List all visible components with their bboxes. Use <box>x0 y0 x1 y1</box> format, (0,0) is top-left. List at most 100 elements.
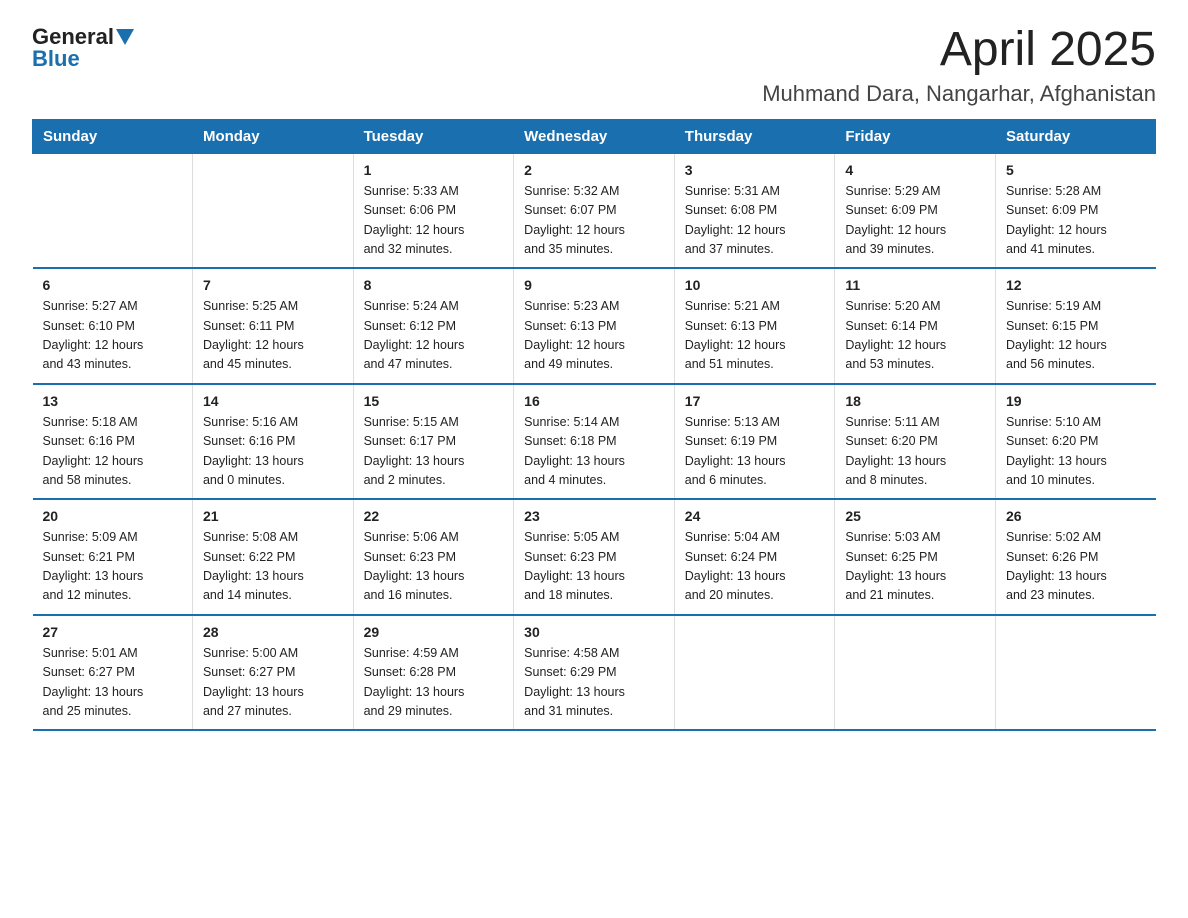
day-number: 3 <box>685 162 825 178</box>
day-info: Sunrise: 5:31 AMSunset: 6:08 PMDaylight:… <box>685 182 825 260</box>
day-number: 7 <box>203 277 343 293</box>
page-subtitle: Muhmand Dara, Nangarhar, Afghanistan <box>762 81 1156 107</box>
day-info: Sunrise: 5:08 AMSunset: 6:22 PMDaylight:… <box>203 528 343 606</box>
table-row: 27 Sunrise: 5:01 AMSunset: 6:27 PMDayligh… <box>33 615 193 731</box>
day-number: 11 <box>845 277 985 293</box>
table-row: 19Sunrise: 5:10 AMSunset: 6:20 PMDayligh… <box>996 384 1156 500</box>
table-row: 22 Sunrise: 5:06 AMSunset: 6:23 PMDayligh… <box>353 499 514 615</box>
day-number: 9 <box>524 277 664 293</box>
table-row <box>996 615 1156 731</box>
day-number: 29 <box>364 624 504 640</box>
table-row: 24 Sunrise: 5:04 AMSunset: 6:24 PMDayligh… <box>674 499 835 615</box>
table-row: 15 Sunrise: 5:15 AMSunset: 6:17 PMDayligh… <box>353 384 514 500</box>
table-row <box>835 615 996 731</box>
day-info: Sunrise: 5:15 AMSunset: 6:17 PMDaylight:… <box>364 413 504 491</box>
day-number: 5 <box>1006 162 1146 178</box>
col-tuesday: Tuesday <box>353 119 514 153</box>
day-number: 18 <box>845 393 985 409</box>
day-number: 13 <box>43 393 182 409</box>
day-info: Sunrise: 5:23 AMSunset: 6:13 PMDaylight:… <box>524 297 664 375</box>
day-info: Sunrise: 5:25 AMSunset: 6:11 PMDaylight:… <box>203 297 343 375</box>
day-info: Sunrise: 5:19 AMSunset: 6:15 PMDaylight:… <box>1006 297 1146 375</box>
table-row: 8 Sunrise: 5:24 AMSunset: 6:12 PMDaylight… <box>353 268 514 384</box>
day-number: 4 <box>845 162 985 178</box>
table-row <box>192 153 353 268</box>
day-info: Sunrise: 5:02 AMSunset: 6:26 PMDaylight:… <box>1006 528 1146 606</box>
day-info: Sunrise: 5:01 AMSunset: 6:27 PMDaylight:… <box>43 644 182 722</box>
col-friday: Friday <box>835 119 996 153</box>
table-row: 14 Sunrise: 5:16 AMSunset: 6:16 PMDayligh… <box>192 384 353 500</box>
day-number: 23 <box>524 508 664 524</box>
day-info: Sunrise: 5:10 AMSunset: 6:20 PMDaylight:… <box>1006 413 1146 491</box>
table-row: 29 Sunrise: 4:59 AMSunset: 6:28 PMDayligh… <box>353 615 514 731</box>
day-info: Sunrise: 5:27 AMSunset: 6:10 PMDaylight:… <box>43 297 182 375</box>
table-row: 25Sunrise: 5:03 AMSunset: 6:25 PMDayligh… <box>835 499 996 615</box>
table-row: 21Sunrise: 5:08 AMSunset: 6:22 PMDayligh… <box>192 499 353 615</box>
table-row: 16 Sunrise: 5:14 AMSunset: 6:18 PMDayligh… <box>514 384 675 500</box>
day-info: Sunrise: 5:09 AMSunset: 6:21 PMDaylight:… <box>43 528 182 606</box>
table-row: 26 Sunrise: 5:02 AMSunset: 6:26 PMDayligh… <box>996 499 1156 615</box>
page-header: General Blue April 2025 Muhmand Dara, Na… <box>32 24 1156 107</box>
day-info: Sunrise: 5:11 AMSunset: 6:20 PMDaylight:… <box>845 413 985 491</box>
table-row: 1 Sunrise: 5:33 AMSunset: 6:06 PMDaylight… <box>353 153 514 268</box>
day-info: Sunrise: 5:33 AMSunset: 6:06 PMDaylight:… <box>364 182 504 260</box>
table-row: 13Sunrise: 5:18 AMSunset: 6:16 PMDayligh… <box>33 384 193 500</box>
day-info: Sunrise: 5:29 AMSunset: 6:09 PMDaylight:… <box>845 182 985 260</box>
day-number: 26 <box>1006 508 1146 524</box>
day-number: 27 <box>43 624 182 640</box>
col-thursday: Thursday <box>674 119 835 153</box>
table-row: 2 Sunrise: 5:32 AMSunset: 6:07 PMDaylight… <box>514 153 675 268</box>
table-row: 6 Sunrise: 5:27 AMSunset: 6:10 PMDaylight… <box>33 268 193 384</box>
day-info: Sunrise: 5:06 AMSunset: 6:23 PMDaylight:… <box>364 528 504 606</box>
calendar-table: Sunday Monday Tuesday Wednesday Thursday… <box>32 119 1156 732</box>
day-info: Sunrise: 5:14 AMSunset: 6:18 PMDaylight:… <box>524 413 664 491</box>
day-number: 28 <box>203 624 343 640</box>
day-number: 20 <box>43 508 182 524</box>
day-info: Sunrise: 5:24 AMSunset: 6:12 PMDaylight:… <box>364 297 504 375</box>
day-number: 17 <box>685 393 825 409</box>
day-info: Sunrise: 5:00 AMSunset: 6:27 PMDaylight:… <box>203 644 343 722</box>
day-number: 2 <box>524 162 664 178</box>
day-info: Sunrise: 5:32 AMSunset: 6:07 PMDaylight:… <box>524 182 664 260</box>
day-number: 24 <box>685 508 825 524</box>
logo-text-blue: Blue <box>32 46 80 72</box>
table-row: 20 Sunrise: 5:09 AMSunset: 6:21 PMDayligh… <box>33 499 193 615</box>
table-row: 17Sunrise: 5:13 AMSunset: 6:19 PMDayligh… <box>674 384 835 500</box>
table-row: 4 Sunrise: 5:29 AMSunset: 6:09 PMDaylight… <box>835 153 996 268</box>
table-row: 10Sunrise: 5:21 AMSunset: 6:13 PMDayligh… <box>674 268 835 384</box>
day-info: Sunrise: 5:16 AMSunset: 6:16 PMDaylight:… <box>203 413 343 491</box>
title-block: April 2025 Muhmand Dara, Nangarhar, Afgh… <box>762 24 1156 107</box>
table-row: 23 Sunrise: 5:05 AMSunset: 6:23 PMDayligh… <box>514 499 675 615</box>
col-wednesday: Wednesday <box>514 119 675 153</box>
table-row: 5 Sunrise: 5:28 AMSunset: 6:09 PMDaylight… <box>996 153 1156 268</box>
calendar-week-row: 27 Sunrise: 5:01 AMSunset: 6:27 PMDayligh… <box>33 615 1156 731</box>
table-row: 28 Sunrise: 5:00 AMSunset: 6:27 PMDayligh… <box>192 615 353 731</box>
calendar-week-row: 13Sunrise: 5:18 AMSunset: 6:16 PMDayligh… <box>33 384 1156 500</box>
day-info: Sunrise: 5:28 AMSunset: 6:09 PMDaylight:… <box>1006 182 1146 260</box>
table-row: 30Sunrise: 4:58 AMSunset: 6:29 PMDayligh… <box>514 615 675 731</box>
col-sunday: Sunday <box>33 119 193 153</box>
day-info: Sunrise: 5:20 AMSunset: 6:14 PMDaylight:… <box>845 297 985 375</box>
day-number: 6 <box>43 277 182 293</box>
day-info: Sunrise: 5:21 AMSunset: 6:13 PMDaylight:… <box>685 297 825 375</box>
calendar-week-row: 20 Sunrise: 5:09 AMSunset: 6:21 PMDayligh… <box>33 499 1156 615</box>
col-saturday: Saturday <box>996 119 1156 153</box>
table-row <box>33 153 193 268</box>
day-number: 8 <box>364 277 504 293</box>
day-number: 30 <box>524 624 664 640</box>
table-row: 9 Sunrise: 5:23 AMSunset: 6:13 PMDaylight… <box>514 268 675 384</box>
day-number: 16 <box>524 393 664 409</box>
day-info: Sunrise: 4:59 AMSunset: 6:28 PMDaylight:… <box>364 644 504 722</box>
day-number: 15 <box>364 393 504 409</box>
day-number: 1 <box>364 162 504 178</box>
day-number: 25 <box>845 508 985 524</box>
col-monday: Monday <box>192 119 353 153</box>
day-number: 14 <box>203 393 343 409</box>
page-title: April 2025 <box>762 24 1156 77</box>
day-info: Sunrise: 5:04 AMSunset: 6:24 PMDaylight:… <box>685 528 825 606</box>
table-row: 11 Sunrise: 5:20 AMSunset: 6:14 PMDayligh… <box>835 268 996 384</box>
logo-triangle-icon <box>116 29 134 45</box>
logo: General Blue <box>32 24 134 72</box>
day-number: 22 <box>364 508 504 524</box>
day-info: Sunrise: 5:05 AMSunset: 6:23 PMDaylight:… <box>524 528 664 606</box>
